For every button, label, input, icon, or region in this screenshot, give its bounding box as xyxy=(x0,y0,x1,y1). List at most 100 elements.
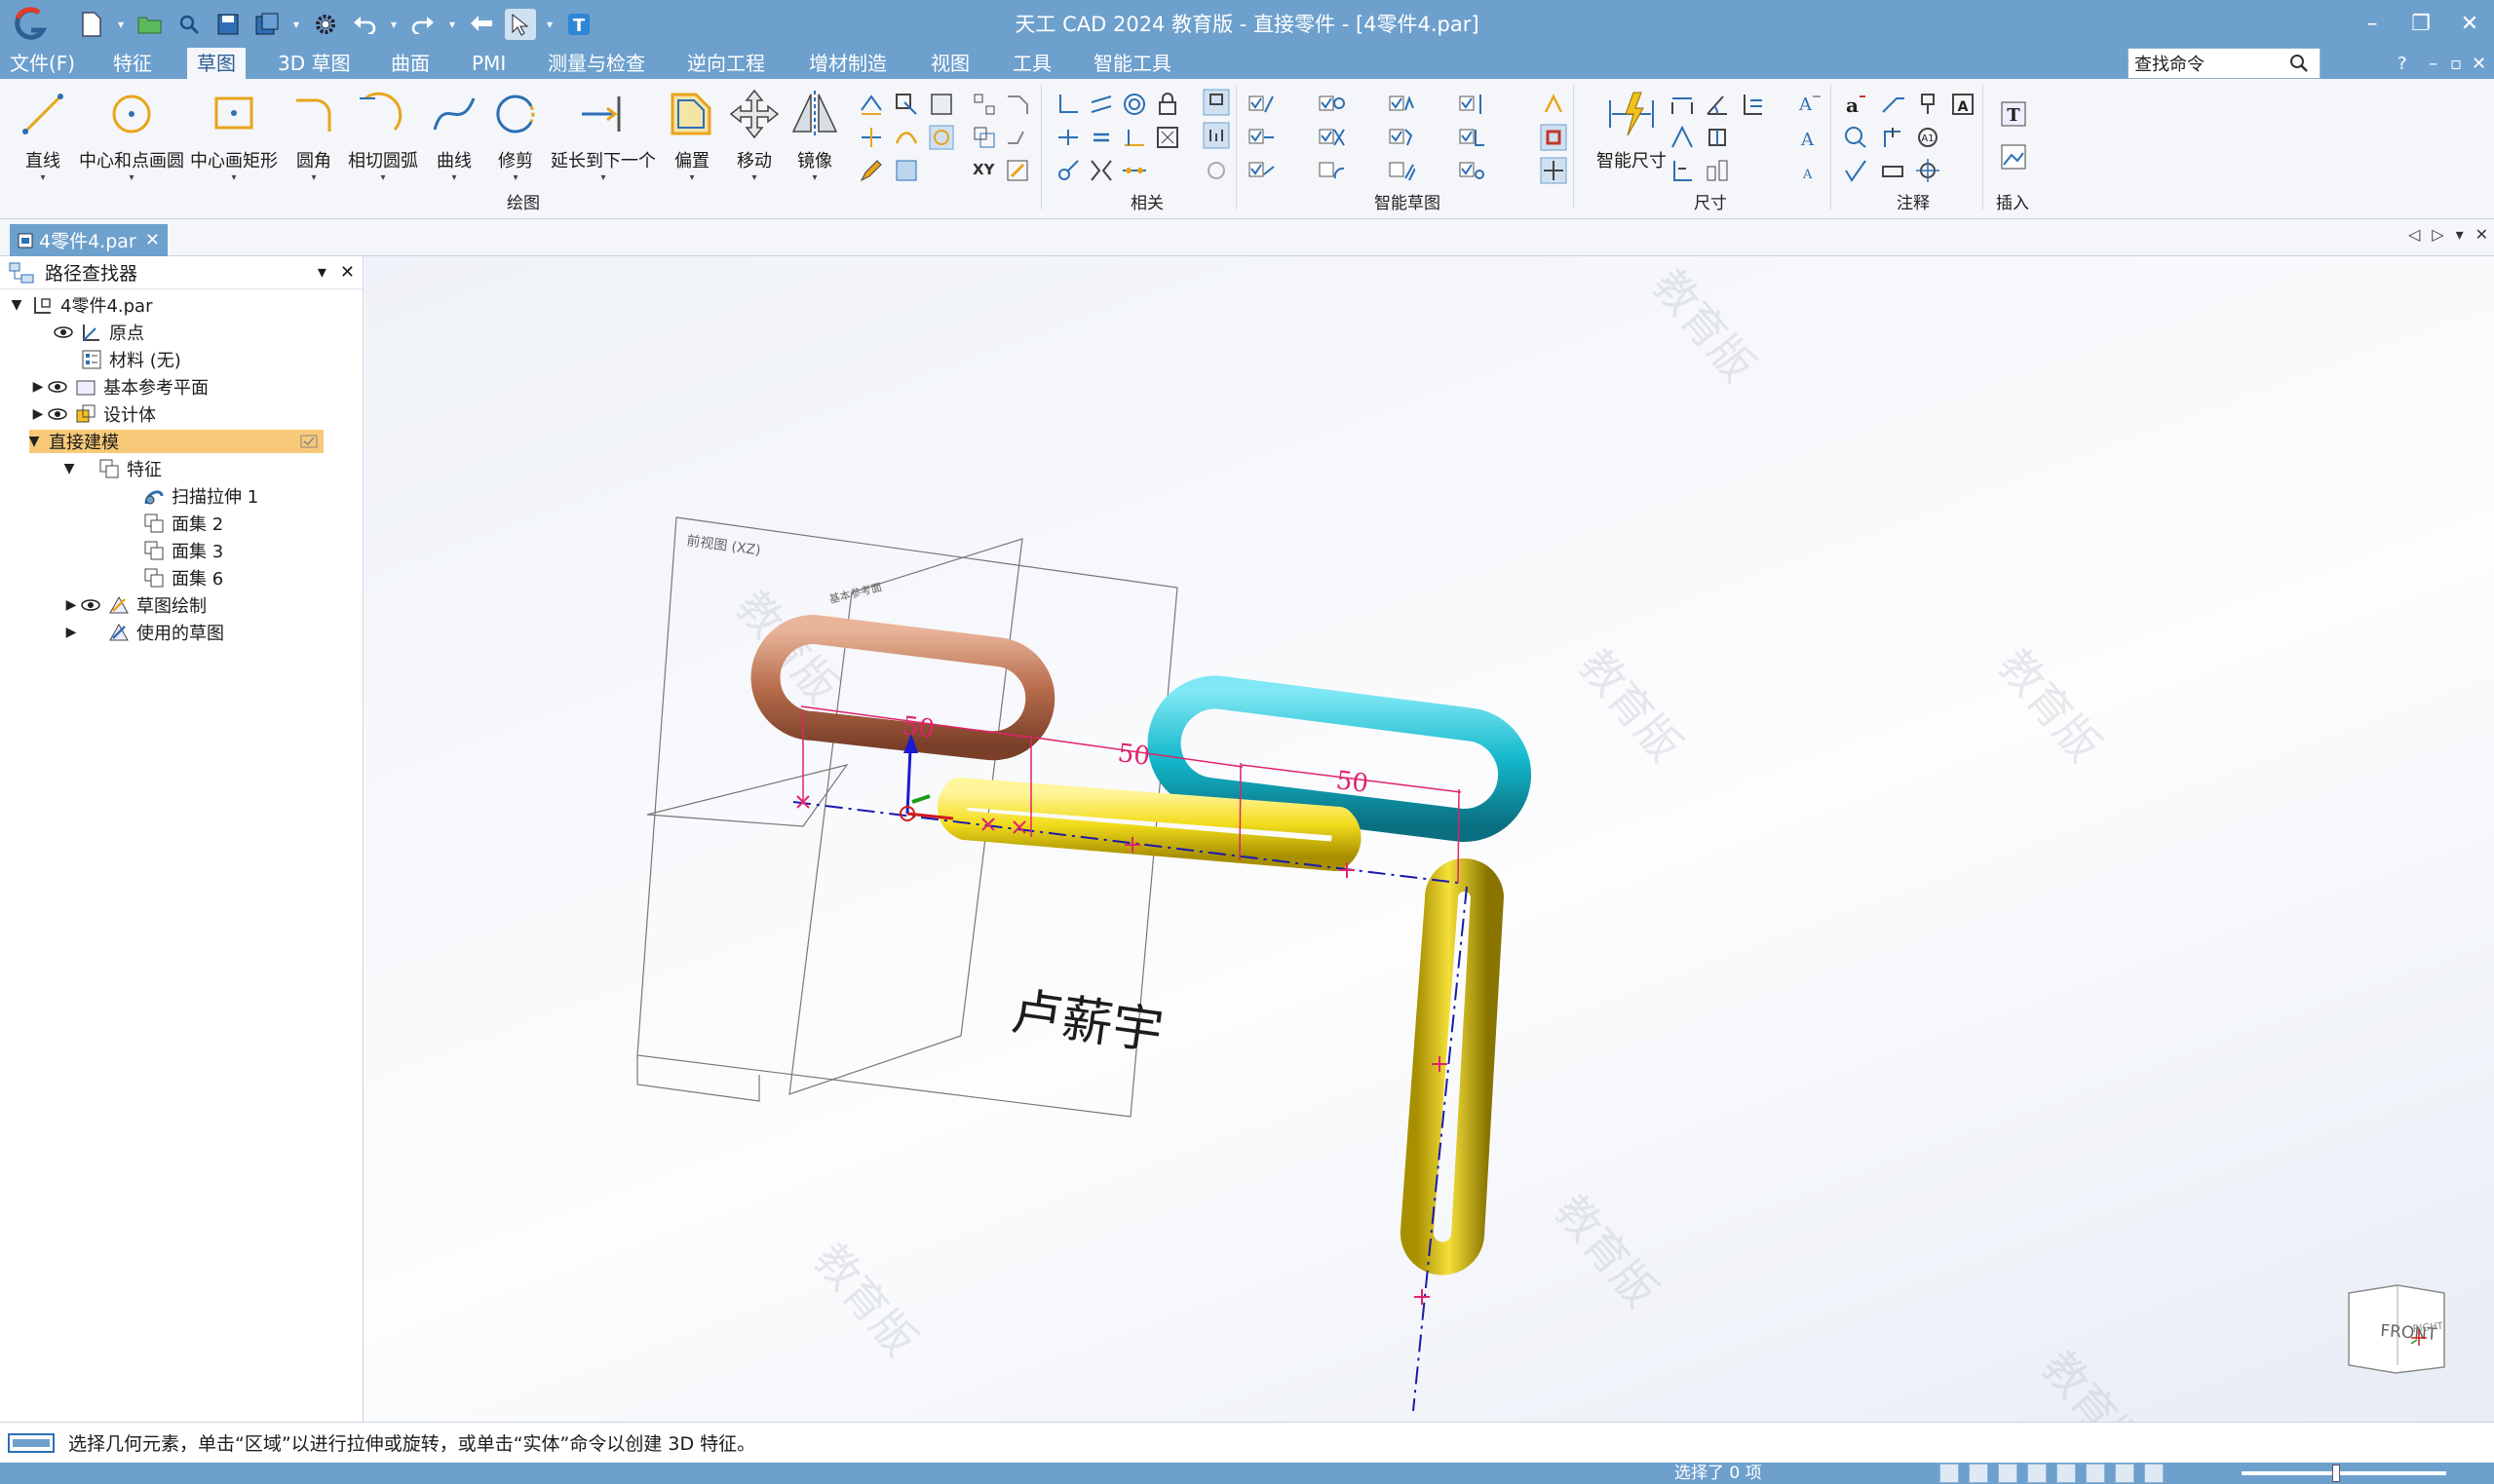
collapse-icon[interactable]: ▼ xyxy=(60,461,78,476)
edit-table-icon[interactable] xyxy=(1004,157,1031,184)
direct-modeling-icon[interactable] xyxy=(300,435,318,448)
fill-icon[interactable] xyxy=(893,157,920,184)
tree-node-origin[interactable]: 原点 xyxy=(53,319,144,346)
dimension-label[interactable]: 50 xyxy=(1334,766,1370,799)
concentric-icon[interactable] xyxy=(1121,91,1148,118)
zoom-slider-thumb[interactable] xyxy=(2332,1465,2340,1482)
zoom-area-icon[interactable] xyxy=(1939,1464,1959,1483)
dimension-style-icon[interactable]: A xyxy=(1795,91,1823,118)
view-cube[interactable]: FRONT RIGHT xyxy=(2348,1284,2445,1374)
doc-restore-icon[interactable]: ▫ xyxy=(2450,48,2462,79)
surface-texture-icon[interactable] xyxy=(1842,157,1869,184)
menu-file[interactable]: 文件(F) xyxy=(0,48,85,79)
menu-features[interactable]: 特征 xyxy=(103,48,162,79)
perpendicular-icon[interactable] xyxy=(1055,91,1082,118)
menu-pmi[interactable]: PMI xyxy=(462,48,516,79)
tab-list-dropdown-icon[interactable]: ▾ xyxy=(2456,225,2464,244)
scale-icon[interactable] xyxy=(971,124,998,151)
wrap-icon[interactable] xyxy=(893,124,920,151)
tree-node-material[interactable]: 材料 (无) xyxy=(74,346,181,373)
close-all-tabs-icon[interactable]: ✕ xyxy=(2475,225,2488,244)
tree-node-face-set-2[interactable]: 面集 2 xyxy=(136,510,223,537)
graphics-viewport[interactable]: 教育版 教育版 教育版 教育版 教育版 教育版 教育版 前视图 (XZ) 基本参… xyxy=(365,256,2494,1422)
dimension-label[interactable]: 50 xyxy=(901,711,937,744)
text-box-icon[interactable]: A xyxy=(1949,91,1976,118)
fit-icon[interactable] xyxy=(1998,1464,2017,1483)
smart-sketch-center-icon[interactable] xyxy=(1318,91,1345,118)
angle-between-icon[interactable] xyxy=(1704,91,1731,118)
center-rectangle-button[interactable]: 中心画矩形 ▾ xyxy=(189,87,279,194)
tree-node-direct-modeling[interactable]: ▼ 直接建模 xyxy=(29,430,324,453)
zoom-slider[interactable] xyxy=(2242,1471,2446,1475)
zero-length-icon[interactable] xyxy=(1540,91,1567,118)
smart-sketch-tangent-icon[interactable] xyxy=(1388,91,1415,118)
doc-close-icon[interactable]: ✕ xyxy=(2472,48,2486,79)
dimension-text-icon[interactable]: A xyxy=(1795,124,1823,151)
menu-tools[interactable]: 工具 xyxy=(1003,48,1061,79)
menu-additive-manufacturing[interactable]: 增材制造 xyxy=(799,48,897,79)
tree-node-ref-planes[interactable]: ▶ 基本参考平面 xyxy=(29,373,209,400)
tab-scroll-left-icon[interactable]: ◁ xyxy=(2408,225,2420,244)
zoom-icon[interactable] xyxy=(1969,1464,1988,1483)
menu-3d-sketch[interactable]: 3D 草图 xyxy=(268,48,360,79)
pan-icon[interactable] xyxy=(2027,1464,2047,1483)
split-icon[interactable] xyxy=(858,124,885,151)
search-icon[interactable] xyxy=(2284,49,2314,78)
author-text[interactable]: 卢薪宇 xyxy=(1008,982,1167,1061)
smart-sketch-angle-icon[interactable] xyxy=(1458,124,1485,151)
tree-node-root[interactable]: ▼ 4零件4.par xyxy=(8,291,153,319)
stretch-icon[interactable] xyxy=(1004,124,1031,151)
chamfer-icon[interactable] xyxy=(1004,91,1031,118)
smart-sketch-vertical-icon[interactable] xyxy=(1458,91,1485,118)
smart-sketch-arc-icon[interactable] xyxy=(1318,157,1345,184)
relationship-handles-icon[interactable] xyxy=(1203,89,1230,116)
include-icon[interactable] xyxy=(893,91,920,118)
balloon-icon[interactable] xyxy=(1842,124,1869,151)
hide-icon[interactable] xyxy=(1540,124,1567,151)
close-tab-icon[interactable]: ✕ xyxy=(145,230,160,250)
document-tab[interactable]: 4零件4.par ✕ xyxy=(10,224,168,256)
dimension-axis-icon[interactable] xyxy=(1704,157,1731,184)
symmetric-icon[interactable] xyxy=(1088,157,1115,184)
leader-icon[interactable] xyxy=(1879,91,1906,118)
symmetric-diameter-icon[interactable] xyxy=(1669,124,1696,151)
menu-reverse-engineering[interactable]: 逆向工程 xyxy=(677,48,775,79)
view-orient-icon[interactable] xyxy=(2086,1464,2105,1483)
smart-sketch-intersection-icon[interactable] xyxy=(1318,124,1345,151)
tab-scroll-right-icon[interactable]: ▷ xyxy=(2432,225,2443,244)
center-mark-icon[interactable] xyxy=(1914,157,1941,184)
expand-icon[interactable]: ▶ xyxy=(62,625,80,640)
rotate-icon[interactable] xyxy=(2056,1464,2076,1483)
dimension-size-icon[interactable]: A xyxy=(1795,157,1823,184)
eye-icon[interactable] xyxy=(80,594,101,616)
callout-icon[interactable]: a xyxy=(1842,91,1869,118)
pattern-icon[interactable] xyxy=(971,91,998,118)
eye-icon[interactable] xyxy=(47,376,68,398)
restore-icon[interactable]: ❐ xyxy=(2397,0,2445,48)
feature-control-frame-icon[interactable] xyxy=(1879,124,1906,151)
tree-node-used-sketch[interactable]: ▶ 使用的草图 xyxy=(62,619,224,646)
mirror-button[interactable]: 镜像 ▾ xyxy=(778,87,852,194)
trim-button[interactable]: 修剪 ▾ xyxy=(480,87,552,194)
tree-node-face-set-3[interactable]: 面集 3 xyxy=(136,537,223,564)
rigid-set-icon[interactable] xyxy=(1154,124,1181,151)
eye-icon[interactable] xyxy=(53,322,74,343)
smart-sketch-endpoint-icon[interactable] xyxy=(1247,91,1275,118)
angular-coordinate-icon[interactable] xyxy=(1669,157,1696,184)
region-icon[interactable] xyxy=(928,91,955,118)
smart-dimension-button[interactable]: 智能尺寸 xyxy=(1583,87,1680,194)
smart-sketch-midpoint-icon[interactable] xyxy=(1247,124,1275,151)
line-button[interactable]: 直线 ▾ xyxy=(6,87,80,194)
edge-condition-icon[interactable] xyxy=(1879,157,1906,184)
tree-node-face-set-6[interactable]: 面集 6 xyxy=(136,564,223,591)
command-search-input[interactable] xyxy=(2129,50,2284,77)
insert-image-icon[interactable]: T xyxy=(2000,100,2027,128)
insert-object-icon[interactable] xyxy=(2000,143,2027,171)
tree-node-sketch[interactable]: ▶ 草图绘制 xyxy=(62,591,207,619)
menu-sketch[interactable]: 草图 xyxy=(187,48,246,79)
tangent-icon[interactable] xyxy=(1121,124,1148,151)
coordinate-dimension-icon[interactable] xyxy=(1739,91,1766,118)
contour-icon[interactable] xyxy=(928,124,955,151)
intent-zone-icon[interactable] xyxy=(1540,157,1567,184)
connect-icon[interactable] xyxy=(1055,157,1082,184)
